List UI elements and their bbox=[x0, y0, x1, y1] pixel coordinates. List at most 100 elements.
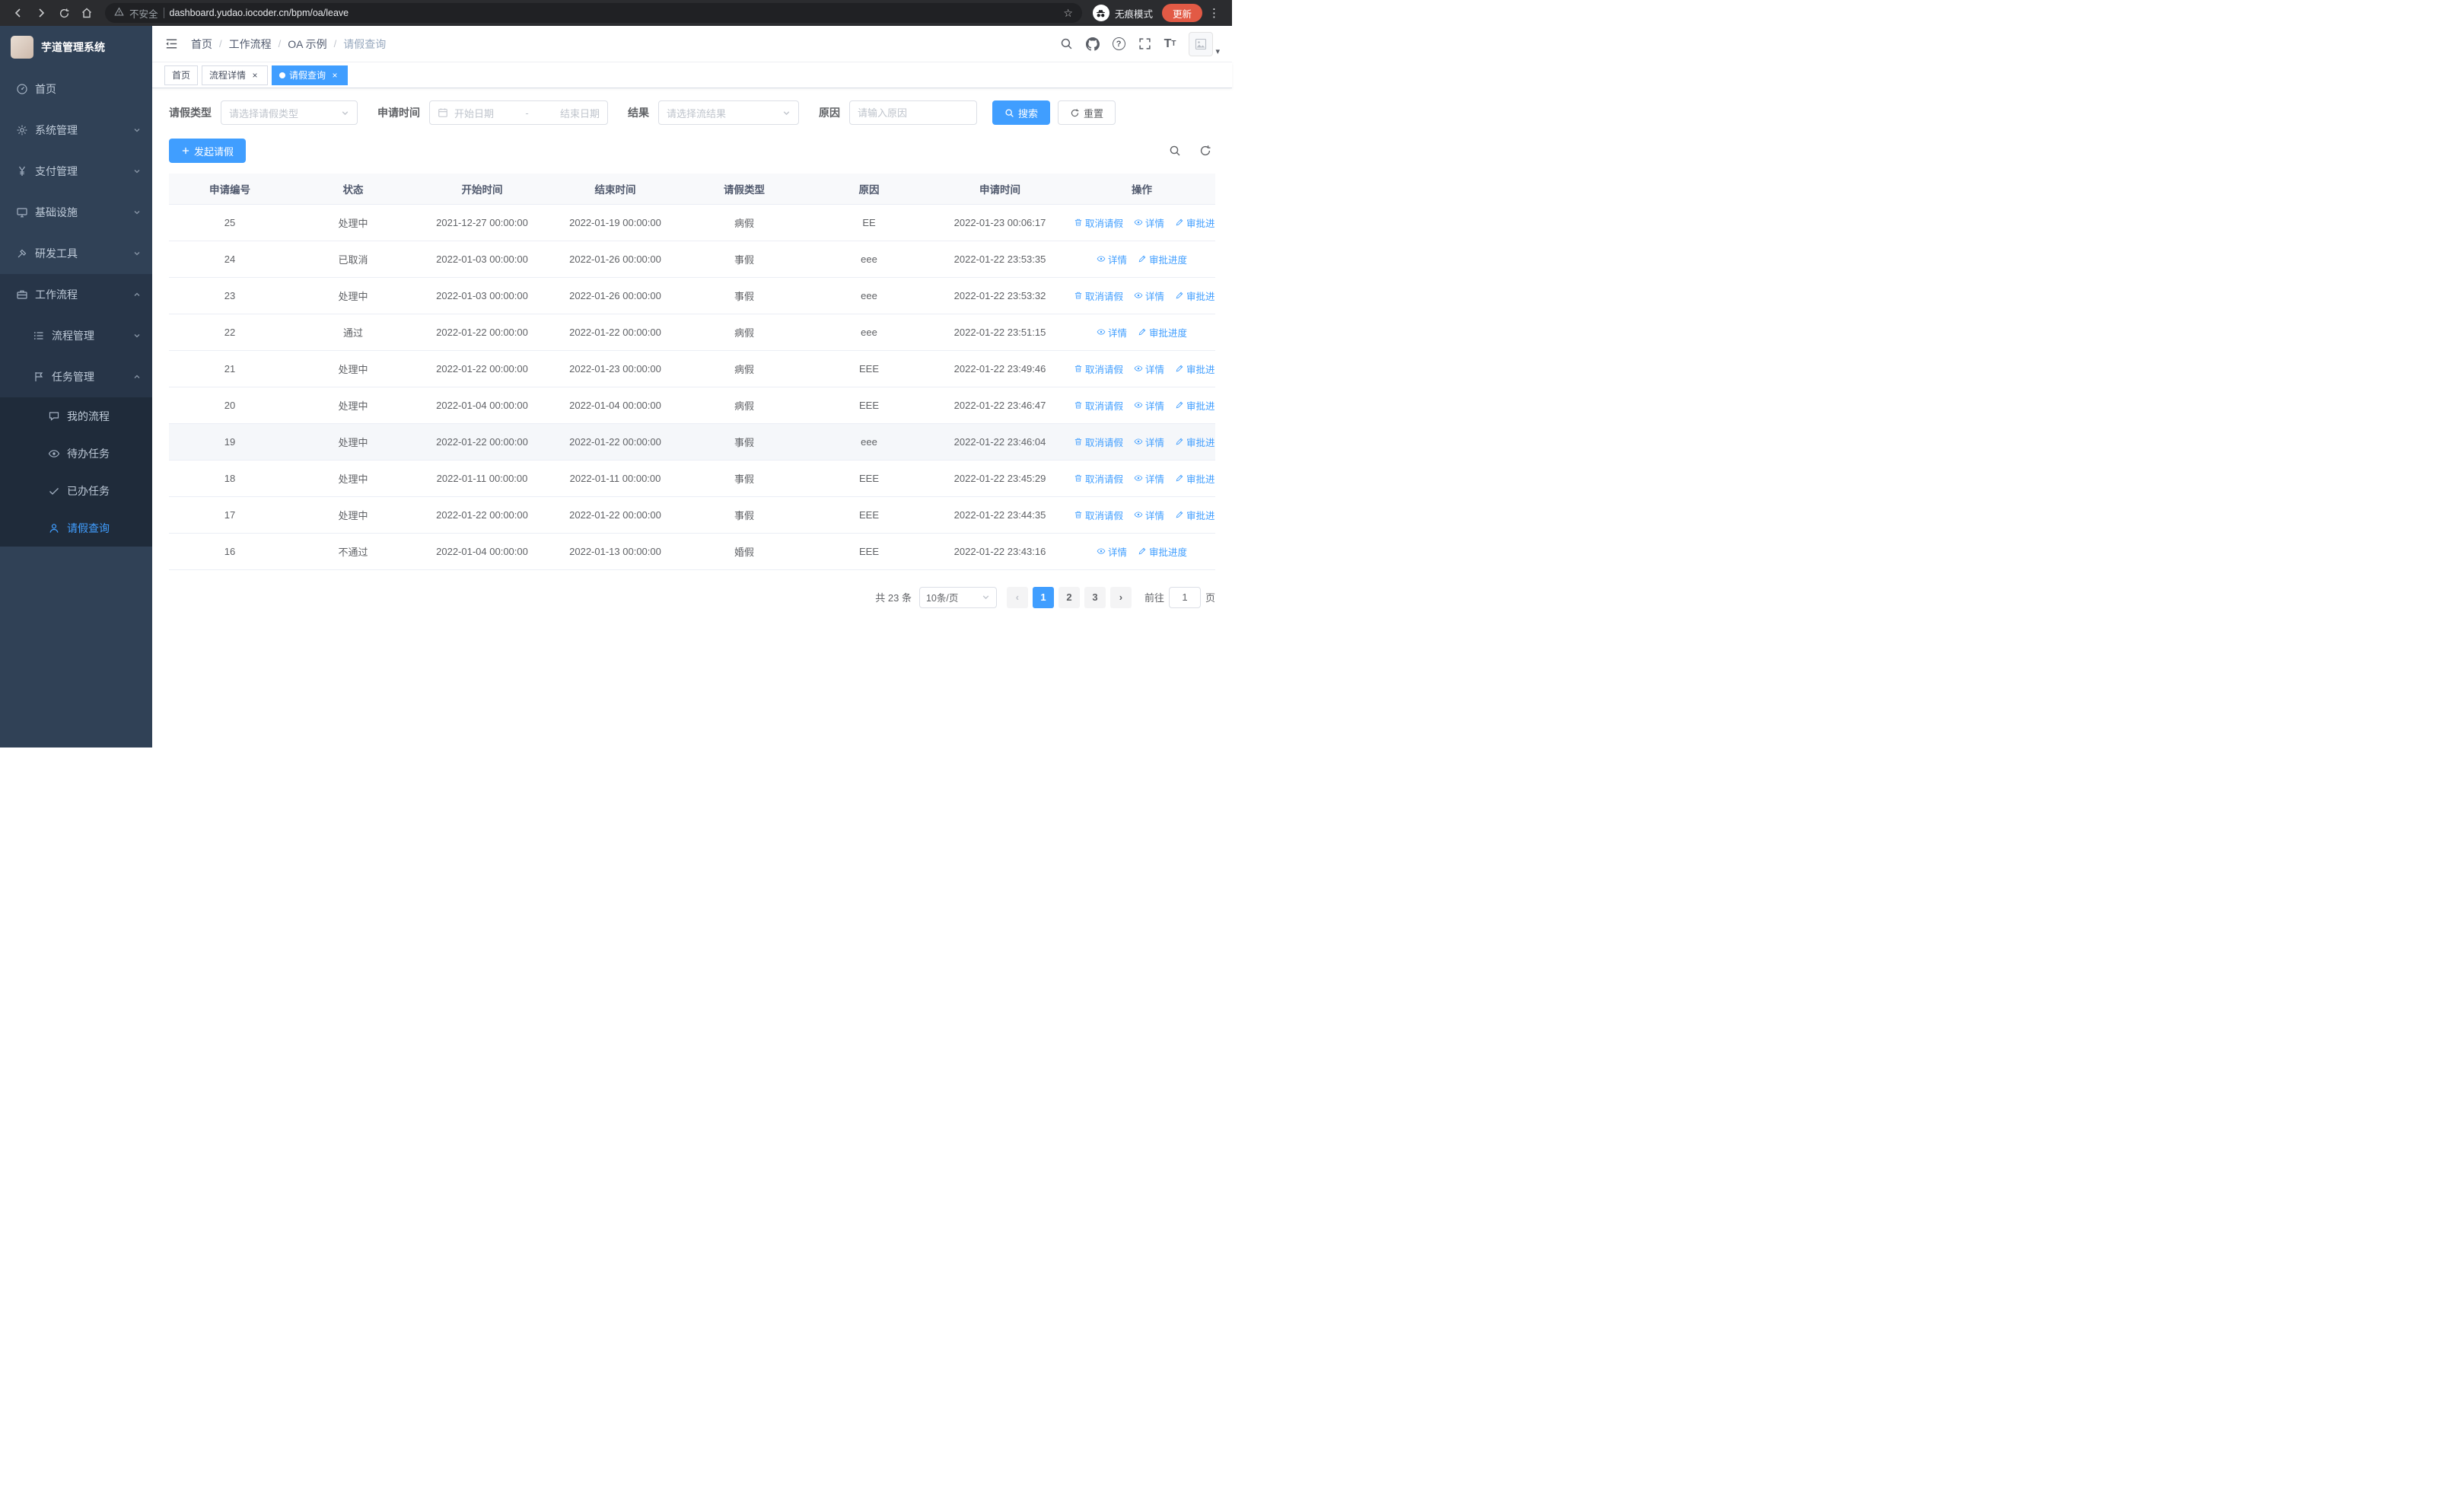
close-icon[interactable]: × bbox=[250, 70, 260, 81]
cell-actions: 取消请假详情审批进度 bbox=[1068, 423, 1215, 461]
cancel-leave-link[interactable]: 取消请假 bbox=[1074, 435, 1123, 449]
breadcrumb-item[interactable]: OA 示例 bbox=[288, 37, 326, 52]
detail-link[interactable]: 详情 bbox=[1134, 215, 1164, 230]
sidebar-item-dev-tools[interactable]: 研发工具 bbox=[0, 233, 152, 274]
approval-progress-link[interactable]: 审批进度 bbox=[1138, 252, 1187, 266]
goto-page-input[interactable] bbox=[1168, 586, 1201, 608]
forward-button[interactable] bbox=[30, 2, 52, 24]
user-avatar[interactable]: ▾ bbox=[1189, 31, 1220, 56]
reload-button[interactable] bbox=[53, 2, 75, 24]
sidebar-item-payment[interactable]: 支付管理 bbox=[0, 151, 152, 192]
approval-progress-link[interactable]: 审批进度 bbox=[1175, 508, 1215, 522]
home-button[interactable] bbox=[76, 2, 97, 24]
collapse-sidebar-icon[interactable] bbox=[164, 37, 179, 51]
chevron-up-icon bbox=[133, 291, 141, 298]
detail-link[interactable]: 详情 bbox=[1097, 544, 1127, 559]
search-icon[interactable] bbox=[1060, 37, 1073, 50]
toggle-search-icon[interactable] bbox=[1165, 141, 1185, 161]
sidebar-item-done-tasks[interactable]: 已办任务 bbox=[0, 472, 152, 509]
cell-start-time: 2022-01-04 00:00:00 bbox=[415, 387, 549, 424]
breadcrumb-item[interactable]: 工作流程 bbox=[229, 37, 272, 52]
github-icon[interactable] bbox=[1085, 37, 1100, 51]
breadcrumb-item-current: 请假查询 bbox=[343, 37, 387, 50]
cancel-leave-link[interactable]: 取消请假 bbox=[1074, 215, 1123, 230]
reset-button[interactable]: 重置 bbox=[1058, 100, 1116, 125]
cell-status: 不通过 bbox=[291, 533, 415, 570]
sidebar-item-task-management[interactable]: 任务管理 bbox=[0, 356, 152, 397]
detail-link[interactable]: 详情 bbox=[1097, 252, 1127, 266]
cancel-leave-link[interactable]: 取消请假 bbox=[1074, 471, 1123, 486]
apply-time-range-picker[interactable]: 开始日期 - 结束日期 bbox=[429, 100, 608, 125]
browser-menu-icon[interactable]: ⋮ bbox=[1204, 6, 1224, 20]
bookmark-star-icon[interactable]: ☆ bbox=[1063, 7, 1073, 20]
detail-link[interactable]: 详情 bbox=[1134, 398, 1164, 413]
cell-end-time: 2022-01-04 00:00:00 bbox=[549, 387, 682, 424]
detail-link[interactable]: 详情 bbox=[1097, 325, 1127, 339]
address-bar[interactable]: 不安全 dashboard.yudao.iocoder.cn/bpm/oa/le… bbox=[105, 3, 1082, 23]
help-icon[interactable]: ? bbox=[1112, 37, 1125, 50]
sidebar-item-home[interactable]: 首页 bbox=[0, 69, 152, 110]
sidebar-item-process-management[interactable]: 流程管理 bbox=[0, 315, 152, 356]
page-button-3[interactable]: 3 bbox=[1084, 586, 1106, 608]
prev-page-button[interactable]: ‹ bbox=[1006, 586, 1028, 608]
search-button[interactable]: 搜索 bbox=[992, 100, 1051, 125]
sidebar-item-infrastructure[interactable]: 基础设施 bbox=[0, 192, 152, 233]
cell-leave-type: 事假 bbox=[682, 423, 807, 461]
create-leave-button[interactable]: 发起请假 bbox=[169, 139, 247, 163]
approval-progress-link[interactable]: 审批进度 bbox=[1175, 288, 1215, 303]
app-logo[interactable]: 芋道管理系统 bbox=[0, 26, 152, 69]
result-select[interactable]: 请选择流结果 bbox=[658, 100, 799, 125]
approval-progress-link[interactable]: 审批进度 bbox=[1175, 471, 1215, 486]
page-size-value: 10条/页 bbox=[925, 593, 959, 604]
chat-icon bbox=[47, 410, 60, 422]
table-row: 18 处理中 2022-01-11 00:00:00 2022-01-11 00:00… bbox=[169, 460, 1215, 497]
range-separator: - bbox=[525, 107, 529, 119]
detail-link[interactable]: 详情 bbox=[1134, 471, 1164, 486]
sidebar-item-system[interactable]: 系统管理 bbox=[0, 110, 152, 151]
security-label[interactable]: 不安全 bbox=[129, 6, 158, 21]
cancel-leave-link[interactable]: 取消请假 bbox=[1074, 288, 1123, 303]
main-panel: 首页 / 工作流程 / OA 示例 / 请假查询 ? TT ▾ 首页 流程详情 … bbox=[152, 26, 1232, 748]
sidebar-item-label: 基础设施 bbox=[35, 206, 78, 218]
detail-link[interactable]: 详情 bbox=[1134, 508, 1164, 522]
breadcrumb-item[interactable]: 首页 bbox=[191, 37, 212, 52]
approval-progress-link[interactable]: 审批进度 bbox=[1138, 544, 1187, 559]
next-page-button[interactable]: › bbox=[1109, 586, 1132, 608]
cell-start-time: 2022-01-22 00:00:00 bbox=[415, 350, 549, 387]
cancel-leave-link[interactable]: 取消请假 bbox=[1074, 362, 1123, 376]
cancel-leave-link[interactable]: 取消请假 bbox=[1074, 398, 1123, 413]
table-row: 23 处理中 2022-01-03 00:00:00 2022-01-26 00:00… bbox=[169, 277, 1215, 314]
leave-type-select[interactable]: 请选择请假类型 bbox=[221, 100, 358, 125]
close-icon[interactable]: × bbox=[329, 70, 340, 81]
reason-input[interactable] bbox=[858, 107, 969, 119]
sidebar-item-my-processes[interactable]: 我的流程 bbox=[0, 397, 152, 435]
approval-progress-link[interactable]: 审批进度 bbox=[1175, 362, 1215, 376]
detail-link[interactable]: 详情 bbox=[1134, 362, 1164, 376]
url-text[interactable]: dashboard.yudao.iocoder.cn/bpm/oa/leave bbox=[170, 8, 1059, 18]
page-button-2[interactable]: 2 bbox=[1058, 586, 1080, 608]
approval-progress-link[interactable]: 审批进度 bbox=[1175, 215, 1215, 230]
cancel-leave-link[interactable]: 取消请假 bbox=[1074, 508, 1123, 522]
fullscreen-icon[interactable] bbox=[1138, 37, 1151, 50]
tab-process-detail[interactable]: 流程详情 × bbox=[202, 65, 269, 85]
approval-progress-link[interactable]: 审批进度 bbox=[1138, 325, 1187, 339]
cell-actions: 取消请假详情审批进度 bbox=[1068, 496, 1215, 534]
back-button[interactable] bbox=[8, 2, 29, 24]
tab-home[interactable]: 首页 bbox=[164, 65, 199, 85]
sidebar-item-pending-tasks[interactable]: 待办任务 bbox=[0, 435, 152, 472]
approval-progress-link[interactable]: 审批进度 bbox=[1175, 398, 1215, 413]
cell-status: 处理中 bbox=[291, 350, 415, 387]
font-size-icon[interactable]: TT bbox=[1164, 37, 1176, 50]
page-button-1[interactable]: 1 bbox=[1032, 586, 1054, 608]
sidebar-item-workflow[interactable]: 工作流程 bbox=[0, 274, 152, 315]
update-button[interactable]: 更新 bbox=[1161, 4, 1202, 22]
cell-leave-type: 病假 bbox=[682, 350, 807, 387]
refresh-icon[interactable] bbox=[1195, 141, 1215, 161]
detail-link[interactable]: 详情 bbox=[1134, 288, 1164, 303]
detail-link[interactable]: 详情 bbox=[1134, 435, 1164, 449]
approval-progress-link[interactable]: 审批进度 bbox=[1175, 435, 1215, 449]
col-leave-type: 请假类型 bbox=[682, 174, 807, 205]
tab-leave-query[interactable]: 请假查询 × bbox=[272, 65, 349, 85]
sidebar-item-leave-query[interactable]: 请假查询 bbox=[0, 509, 152, 547]
page-size-select[interactable]: 10条/页 bbox=[918, 586, 997, 608]
